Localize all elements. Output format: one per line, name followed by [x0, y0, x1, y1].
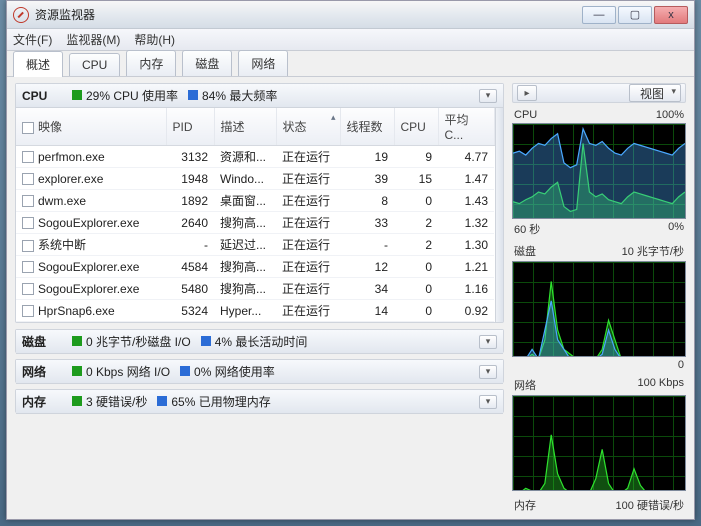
cpu-chart [512, 123, 686, 219]
tab-cpu[interactable]: CPU [69, 53, 120, 76]
close-button[interactable]: x [654, 6, 688, 24]
cpu-chart-xaxis: 60 秒 [514, 221, 540, 237]
col-cpu[interactable]: CPU [394, 108, 438, 146]
col-pid[interactable]: PID [166, 108, 214, 146]
row-checkbox[interactable] [22, 173, 34, 185]
net-chart-block: 网络 100 Kbps [512, 377, 686, 491]
col-image[interactable]: 映像 [16, 108, 166, 146]
network-section: 网络 0 Kbps 网络 I/O 0% 网络使用率 ▾ [15, 359, 504, 383]
row-checkbox[interactable] [22, 240, 34, 252]
col-desc[interactable]: 描述 [214, 108, 276, 146]
network-section-title: 网络 [22, 363, 62, 380]
disk-section: 磁盘 0 兆字节/秒磁盘 I/O 4% 最长活动时间 ▾ [15, 329, 504, 353]
tab-memory[interactable]: 内存 [126, 50, 176, 76]
menubar: 文件(F) 监视器(M) 帮助(H) [7, 29, 694, 51]
menu-file[interactable]: 文件(F) [13, 31, 52, 48]
row-checkbox[interactable] [22, 195, 34, 207]
disk-chart-title: 磁盘 [514, 243, 536, 259]
net-usage-indicator: 0% 网络使用率 [180, 363, 275, 380]
table-row[interactable]: HprSnap6.exe5324Hyper...正在运行1400.92 [16, 300, 494, 322]
disk-section-header[interactable]: 磁盘 0 兆字节/秒磁盘 I/O 4% 最长活动时间 ▾ [16, 330, 503, 354]
cpu-chart-max: 100% [656, 109, 684, 121]
disk-io-indicator: 0 兆字节/秒磁盘 I/O [72, 333, 191, 350]
expand-memory-button[interactable]: ▾ [479, 395, 497, 409]
disk-chart-min: 0 [678, 359, 684, 371]
mem-used-indicator: 65% 已用物理内存 [157, 393, 270, 410]
net-chart-max: 100 Kbps [638, 377, 684, 393]
network-section-header[interactable]: 网络 0 Kbps 网络 I/O 0% 网络使用率 ▾ [16, 360, 503, 384]
net-io-indicator: 0 Kbps 网络 I/O [72, 363, 170, 380]
maximize-button[interactable]: ▢ [618, 6, 652, 24]
table-row[interactable]: explorer.exe1948Windo...正在运行39151.47 [16, 168, 494, 190]
net-chart-title: 网络 [514, 377, 536, 393]
tab-disk[interactable]: 磁盘 [182, 50, 232, 76]
mem-hardfault-indicator: 3 硬错误/秒 [72, 393, 147, 410]
tabstrip: 概述 CPU 内存 磁盘 网络 [7, 51, 694, 77]
table-row[interactable]: dwm.exe1892桌面窗...正在运行801.43 [16, 190, 494, 212]
net-chart [512, 395, 686, 491]
memory-section-title: 内存 [22, 393, 62, 410]
charts-collapse-button[interactable]: ▸ [517, 85, 537, 101]
select-all-checkbox[interactable] [22, 122, 34, 134]
col-avg[interactable]: 平均 C... [438, 108, 494, 146]
left-pane: CPU 29% CPU 使用率 84% 最大频率 ▾ 映像 [7, 77, 508, 519]
memory-section: 内存 3 硬错误/秒 65% 已用物理内存 ▾ [15, 389, 504, 413]
table-header-row: 映像 PID 描述 状态▴ 线程数 CPU 平均 C... [16, 108, 494, 146]
table-row[interactable]: 系统中断-延迟过...正在运行-21.30 [16, 234, 494, 256]
menu-help[interactable]: 帮助(H) [134, 31, 175, 48]
mem-chart-title: 内存 [514, 497, 536, 513]
disk-chart-max: 10 兆字节/秒 [622, 243, 684, 259]
menu-monitor[interactable]: 监视器(M) [66, 31, 120, 48]
charts-header: ▸ 视图 [512, 83, 686, 103]
window-title: 资源监视器 [35, 6, 95, 23]
view-dropdown[interactable]: 视图 [629, 84, 681, 102]
row-checkbox[interactable] [22, 261, 34, 273]
table-row[interactable]: SogouExplorer.exe5480搜狗高...正在运行3401.16 [16, 278, 494, 300]
cpu-usage-indicator: 29% CPU 使用率 [72, 87, 178, 104]
expand-cpu-button[interactable]: ▾ [479, 89, 497, 103]
cpu-chart-title: CPU [514, 109, 537, 121]
table-row[interactable]: SogouExplorer.exe2640搜狗高...正在运行3321.32 [16, 212, 494, 234]
cpu-maxfreq-indicator: 84% 最大频率 [188, 87, 277, 104]
row-checkbox[interactable] [22, 151, 34, 163]
col-status[interactable]: 状态▴ [276, 108, 340, 146]
titlebar[interactable]: 资源监视器 — ▢ x [7, 1, 694, 29]
minimize-button[interactable]: — [582, 6, 616, 24]
cpu-section: CPU 29% CPU 使用率 84% 最大频率 ▾ 映像 [15, 83, 504, 323]
row-checkbox[interactable] [22, 305, 34, 317]
process-table: 映像 PID 描述 状态▴ 线程数 CPU 平均 C... perfmon.ex… [16, 108, 495, 322]
cpu-section-title: CPU [22, 89, 62, 103]
tab-network[interactable]: 网络 [238, 50, 288, 76]
row-checkbox[interactable] [22, 217, 34, 229]
col-threads[interactable]: 线程数 [340, 108, 394, 146]
memory-section-header[interactable]: 内存 3 硬错误/秒 65% 已用物理内存 ▾ [16, 390, 503, 414]
disk-active-indicator: 4% 最长活动时间 [201, 333, 308, 350]
app-icon [13, 7, 29, 23]
expand-network-button[interactable]: ▾ [479, 365, 497, 379]
disk-chart-block: 磁盘 10 兆字节/秒 0 [512, 243, 686, 371]
table-row[interactable]: perfmon.exe3132资源和...正在运行1994.77 [16, 146, 494, 168]
right-pane: ▸ 视图 CPU 100% 60 秒 0% 磁盘 [508, 77, 694, 519]
expand-disk-button[interactable]: ▾ [479, 335, 497, 349]
mem-chart-block: 内存 100 硬错误/秒 [512, 497, 686, 515]
cpu-chart-min: 0% [668, 221, 684, 237]
app-window: 资源监视器 — ▢ x 文件(F) 监视器(M) 帮助(H) 概述 CPU 内存… [6, 0, 695, 520]
table-scrollbar[interactable] [495, 108, 504, 322]
cpu-chart-block: CPU 100% 60 秒 0% [512, 109, 686, 237]
disk-chart [512, 261, 686, 357]
row-checkbox[interactable] [22, 283, 34, 295]
disk-section-title: 磁盘 [22, 333, 62, 350]
tab-overview[interactable]: 概述 [13, 51, 63, 77]
table-row[interactable]: SogouExplorer.exe4584搜狗高...正在运行1201.21 [16, 256, 494, 278]
mem-chart-max: 100 硬错误/秒 [616, 497, 684, 513]
cpu-section-header[interactable]: CPU 29% CPU 使用率 84% 最大频率 ▾ [16, 84, 503, 108]
